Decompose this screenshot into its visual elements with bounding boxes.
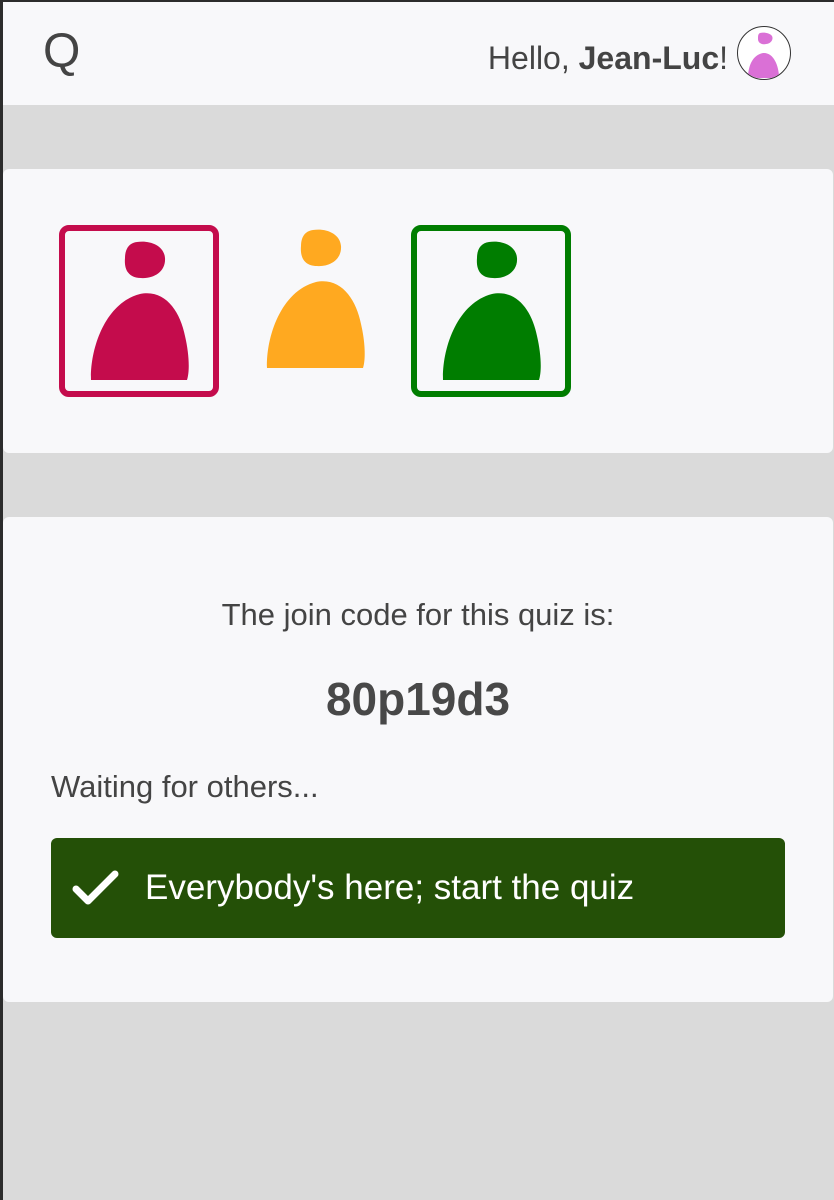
- app-logo[interactable]: Q: [43, 26, 80, 78]
- checkmark-icon: [71, 868, 121, 911]
- person-icon: [90, 241, 189, 380]
- user-greeting: Hello, Jean-Luc!: [488, 40, 728, 76]
- players-panel: [3, 169, 833, 453]
- player-tile: [59, 225, 219, 397]
- user-avatar[interactable]: [737, 26, 791, 80]
- person-icon: [266, 229, 365, 368]
- start-quiz-label: Everybody's here; start the quiz: [145, 868, 635, 907]
- person-icon: [442, 241, 541, 380]
- player-tile: [411, 225, 571, 397]
- join-code-label: The join code for this quiz is:: [221, 597, 615, 632]
- person-icon: [748, 32, 779, 78]
- greeting-suffix: !: [719, 40, 728, 76]
- join-code: 80p19d3: [325, 673, 511, 725]
- greeting-prefix: Hello,: [487, 40, 579, 76]
- join-code-panel: The join code for this quiz is: 80p19d3 …: [3, 517, 833, 1002]
- player-tile: [235, 225, 395, 397]
- app-header: Q Hello, Jean-Luc!: [3, 2, 834, 105]
- user-name: Jean-Luc: [578, 40, 720, 76]
- start-quiz-button[interactable]: Everybody's here; start the quiz: [51, 838, 785, 938]
- waiting-status: Waiting for others...: [51, 769, 319, 804]
